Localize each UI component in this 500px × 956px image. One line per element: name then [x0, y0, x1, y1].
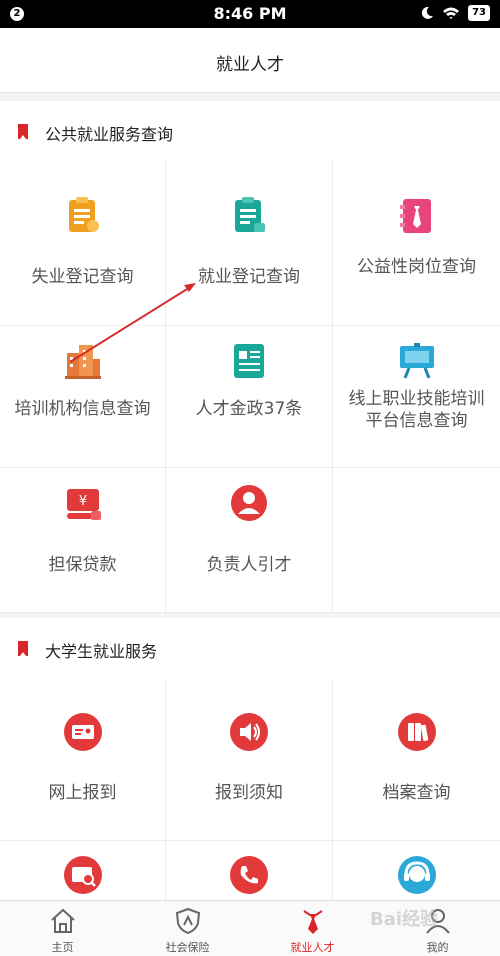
tab-employment-talent[interactable]: 就业人才	[250, 901, 375, 956]
red-tie-icon	[302, 910, 323, 934]
home-icon	[50, 908, 75, 933]
watermark: Bai经验	[370, 909, 439, 930]
tab-label: 就业人才	[290, 941, 335, 954]
tab-home[interactable]: 主页	[0, 901, 125, 956]
tab-label: 社会保险	[165, 941, 210, 954]
shield-person-icon	[175, 907, 200, 935]
tab-label: 我的	[426, 941, 449, 954]
tab-label: 主页	[51, 941, 74, 954]
annotation-arrow	[69, 283, 196, 363]
tab-social-insurance[interactable]: 社会保险	[125, 901, 250, 956]
